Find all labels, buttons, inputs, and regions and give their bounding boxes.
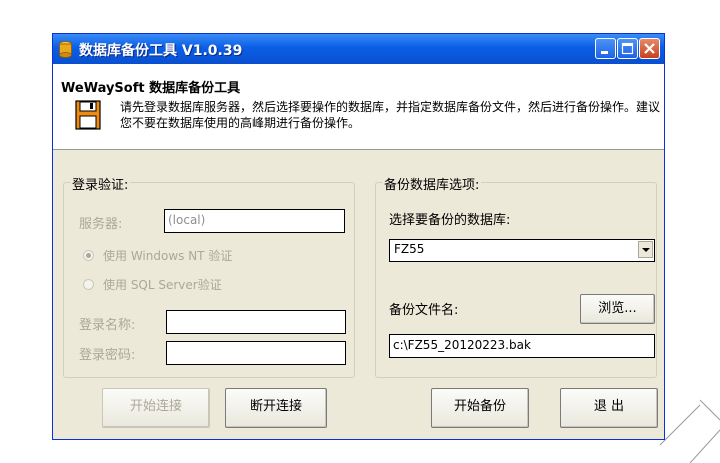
minimize-button[interactable]: [595, 38, 616, 59]
server-label: 服务器:: [79, 217, 123, 232]
close-icon: [644, 43, 655, 54]
windows-auth-label: 使用 Windows NT 验证: [103, 249, 233, 263]
windows-auth-radio[interactable]: [83, 250, 94, 261]
chevron-down-icon[interactable]: [638, 241, 653, 258]
close-button[interactable]: [639, 38, 660, 59]
maximize-icon: [621, 42, 634, 55]
sql-auth-radio[interactable]: [83, 279, 94, 290]
backup-file-label: 备份文件名:: [389, 303, 459, 318]
disconnect-button[interactable]: 断开连接: [225, 388, 327, 428]
password-label: 登录密码:: [79, 348, 136, 363]
floppy-disk-icon: [75, 100, 101, 130]
backup-file-input[interactable]: c:\FZ55_20120223.bak: [389, 334, 655, 358]
username-input[interactable]: [166, 310, 346, 334]
start-backup-button[interactable]: 开始备份: [431, 388, 529, 428]
username-label: 登录名称:: [79, 318, 136, 333]
maximize-button[interactable]: [617, 38, 638, 59]
minimize-icon: [601, 51, 608, 54]
exit-button[interactable]: 退 出: [560, 388, 658, 428]
server-input[interactable]: (local): [164, 209, 345, 233]
app-title: WeWaySoft 数据库备份工具: [61, 81, 241, 96]
login-group-legend: 登录验证:: [70, 174, 131, 193]
database-select-value: FZ55: [394, 242, 425, 256]
app-window: 数据库备份工具 V1.0.39 WeWaySoft 数据库备份工具 请先登录数据…: [52, 33, 665, 440]
select-db-label: 选择要备份的数据库:: [389, 213, 511, 228]
header-panel: WeWaySoft 数据库备份工具 请先登录数据库服务器，然后选择要操作的数据库…: [53, 64, 664, 150]
title-bar[interactable]: 数据库备份工具 V1.0.39: [53, 34, 664, 64]
browse-button[interactable]: 浏览...: [580, 294, 655, 324]
database-select[interactable]: FZ55: [389, 239, 655, 262]
description-text: 请先登录数据库服务器，然后选择要操作的数据库，并指定数据库备份文件，然后进行备份…: [120, 100, 661, 130]
password-input[interactable]: [166, 341, 346, 365]
connect-button[interactable]: 开始连接: [102, 388, 210, 428]
database-icon: [59, 41, 72, 58]
sql-auth-label: 使用 SQL Server验证: [103, 278, 222, 292]
backup-group-legend: 备份数据库选项:: [382, 174, 482, 193]
window-title: 数据库备份工具 V1.0.39: [79, 43, 243, 59]
